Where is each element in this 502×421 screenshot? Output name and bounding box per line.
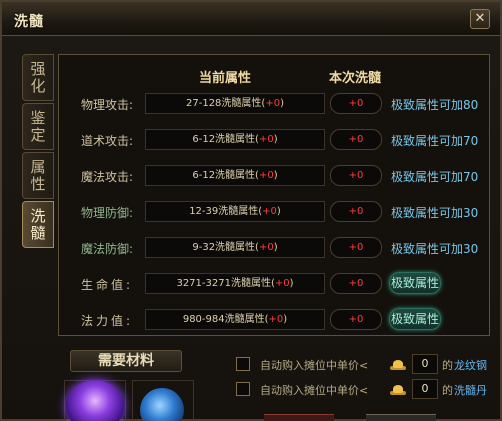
side-tabs: 强化 鉴定 属性 洗髓 <box>22 54 56 250</box>
attribute-panel: 当前属性 本次洗髓 物理攻击: 27-128洗髓属性(+0) +0 极致属性可加… <box>58 54 490 336</box>
current-bonus: +0 <box>268 314 284 325</box>
gold-ingot-icon <box>388 381 408 397</box>
auto-buy-row: 自动购入摊位中单价< 0 的 龙纹钢 <box>236 354 496 374</box>
attr-row-magic-attack: 魔法攻击: 6-12洗髓属性(+0) +0 极致属性可加70 <box>59 163 491 189</box>
attr-label: 道术攻击: <box>81 134 134 148</box>
auto-buy-unit: 的 <box>442 359 453 372</box>
tab-strengthen[interactable]: 强化 <box>22 54 54 101</box>
attr-label: 魔法攻击: <box>81 170 134 184</box>
current-range: 27-128洗髓属性( <box>186 98 266 109</box>
attr-row-mp: 法力值: 980-984洗髓属性(+0) +0 极致属性 <box>59 307 491 333</box>
extreme-hint: 极致属性可加70 <box>391 170 479 184</box>
extreme-hint: 极致属性可加30 <box>391 206 479 220</box>
attr-label: 物理防御: <box>81 206 134 220</box>
tab-identify[interactable]: 鉴定 <box>22 103 54 150</box>
wash-window: 洗髓 ✕ 强化 鉴定 属性 洗髓 当前属性 本次洗髓 物理攻击: 27-128洗… <box>0 0 502 421</box>
auto-buy-checkbox[interactable] <box>236 357 250 371</box>
wash-value-box: +0 <box>330 165 382 186</box>
wash-value-box: +0 <box>330 237 382 258</box>
current-range: 3271-3271洗髓属性( <box>176 278 275 289</box>
attr-row-physical-defense: 物理防御: 12-39洗髓属性(+0) +0 极致属性可加30 <box>59 199 491 225</box>
current-close: ) <box>280 98 284 109</box>
extreme-attribute-button[interactable]: 极致属性 <box>389 308 441 330</box>
current-bonus: +0 <box>265 98 281 109</box>
close-button[interactable]: ✕ <box>470 9 490 29</box>
current-close: ) <box>273 242 278 253</box>
gold-ingot-icon <box>388 356 408 372</box>
price-input[interactable]: 0 <box>412 379 438 399</box>
current-value-box: 12-39洗髓属性(+0) <box>145 201 325 222</box>
current-value-box: 3271-3271洗髓属性(+0) <box>145 273 325 294</box>
current-value-box: 6-12洗髓属性(+0) <box>145 165 325 186</box>
current-bonus: +0 <box>262 206 277 217</box>
current-close: ) <box>273 170 278 181</box>
extreme-hint: 极致属性可加80 <box>391 98 479 112</box>
current-range: 9-32洗髓属性( <box>192 242 259 253</box>
tab-wash[interactable]: 洗髓 <box>22 201 54 248</box>
current-close: ) <box>283 314 288 325</box>
tab-attributes[interactable]: 属性 <box>22 152 54 199</box>
current-range: 12-39洗髓属性( <box>189 206 263 217</box>
attr-row-taoist-attack: 道术攻击: 6-12洗髓属性(+0) +0 极致属性可加70 <box>59 127 491 153</box>
extreme-hint: 极致属性可加70 <box>391 134 479 148</box>
materials-title: 需要材料 <box>70 350 182 372</box>
current-bonus: +0 <box>274 278 290 289</box>
attr-label: 生命值: <box>81 278 134 292</box>
current-value-box: 27-128洗髓属性(+0) <box>145 93 325 114</box>
auto-buy-unit: 的 <box>442 384 453 397</box>
current-bonus: +0 <box>258 242 274 253</box>
current-range: 6-12洗髓属性( <box>192 134 259 145</box>
attr-label: 法力值: <box>81 314 134 328</box>
header-current-attributes: 当前属性 <box>199 71 252 86</box>
current-range: 6-12洗髓属性( <box>192 170 259 181</box>
action-button[interactable] <box>366 414 436 421</box>
current-value-box: 980-984洗髓属性(+0) <box>145 309 325 330</box>
current-close: ) <box>289 278 294 289</box>
current-range: 980-984洗髓属性( <box>182 314 269 325</box>
current-bonus: +0 <box>258 170 274 181</box>
attr-row-magic-defense: 魔法防御: 9-32洗髓属性(+0) +0 极致属性可加30 <box>59 235 491 261</box>
current-close: ) <box>273 134 278 145</box>
wash-value-box: +0 <box>330 309 382 330</box>
attr-row-hp: 生命值: 3271-3271洗髓属性(+0) +0 极致属性 <box>59 271 491 297</box>
attr-label: 魔法防御: <box>81 242 134 256</box>
header-current-wash: 本次洗髓 <box>329 71 382 86</box>
action-button[interactable] <box>264 414 334 421</box>
auto-buy-checkbox[interactable] <box>236 382 250 396</box>
auto-buy-row: 自动购入摊位中单价< 0 的 洗髓丹 <box>236 379 496 399</box>
title-bar[interactable]: 洗髓 ✕ <box>2 2 500 36</box>
current-close: ) <box>276 206 281 217</box>
extreme-hint: 极致属性可加30 <box>391 242 479 256</box>
wash-value-box: +0 <box>330 93 382 114</box>
wash-value-box: +0 <box>330 273 382 294</box>
auto-buy-item: 龙纹钢 <box>454 359 487 372</box>
current-value-box: 9-32洗髓属性(+0) <box>145 237 325 258</box>
attr-row-physical-attack: 物理攻击: 27-128洗髓属性(+0) +0 极致属性可加80 <box>59 91 491 117</box>
auto-buy-label: 自动购入摊位中单价< <box>260 384 369 397</box>
wash-value-box: +0 <box>330 201 382 222</box>
current-bonus: +0 <box>258 134 274 145</box>
price-input[interactable]: 0 <box>412 354 438 374</box>
auto-buy-item: 洗髓丹 <box>454 384 487 397</box>
window-title: 洗髓 <box>14 14 44 30</box>
auto-buy-label: 自动购入摊位中单价< <box>260 359 369 372</box>
current-value-box: 6-12洗髓属性(+0) <box>145 129 325 150</box>
attr-label: 物理攻击: <box>81 98 134 112</box>
extreme-attribute-button[interactable]: 极致属性 <box>389 272 441 294</box>
wash-value-box: +0 <box>330 129 382 150</box>
